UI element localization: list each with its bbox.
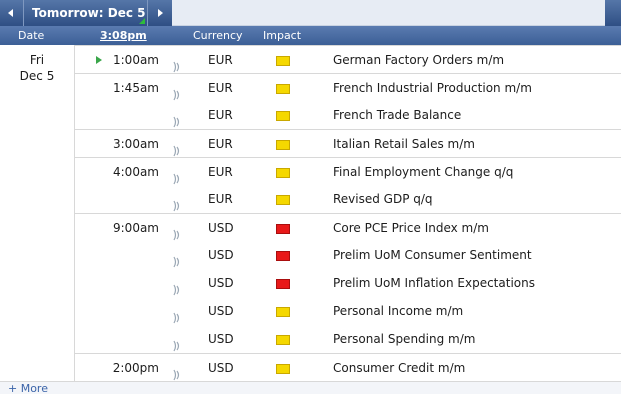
corner-marker-icon bbox=[139, 18, 145, 24]
event-time: 4:00am bbox=[113, 165, 159, 179]
event-title[interactable]: French Trade Balance bbox=[333, 101, 461, 129]
impact-column-header: Impact bbox=[263, 29, 302, 42]
next-day-button[interactable] bbox=[148, 0, 172, 26]
event-title[interactable]: Final Employment Change q/q bbox=[333, 158, 513, 186]
calendar-nav-bar: Tomorrow: Dec 5 bbox=[0, 0, 621, 26]
low-impact-folder-icon bbox=[276, 111, 290, 121]
table-header: Date 3:08pm Currency Impact bbox=[0, 26, 621, 45]
date-cell: Fri Dec 5 bbox=[0, 45, 75, 381]
event-currency: USD bbox=[208, 276, 234, 290]
sound-alert-icon[interactable] bbox=[173, 278, 181, 296]
event-row[interactable]: 9:00am USD Core PCE Price Index m/m bbox=[75, 213, 621, 241]
event-currency: EUR bbox=[208, 165, 233, 179]
calendar-footer: + More bbox=[0, 381, 621, 394]
day-title[interactable]: Tomorrow: Dec 5 bbox=[24, 0, 148, 26]
event-title[interactable]: Italian Retail Sales m/m bbox=[333, 130, 475, 158]
sound-alert-icon[interactable] bbox=[173, 55, 181, 73]
chevron-right-icon bbox=[158, 9, 163, 17]
event-time: 2:00pm bbox=[112, 361, 159, 375]
high-impact-folder-icon bbox=[276, 224, 290, 234]
sound-alert-icon[interactable] bbox=[173, 194, 181, 212]
sound-alert-icon[interactable] bbox=[173, 363, 181, 381]
event-currency: EUR bbox=[208, 81, 233, 95]
event-title[interactable]: Prelim UoM Inflation Expectations bbox=[333, 269, 535, 297]
sound-alert-icon[interactable] bbox=[173, 250, 181, 268]
event-currency: EUR bbox=[208, 53, 233, 67]
date-label: Dec 5 bbox=[19, 69, 55, 83]
previous-day-button[interactable] bbox=[0, 0, 24, 26]
event-row[interactable]: 3:00am EUR Italian Retail Sales m/m bbox=[75, 129, 621, 157]
event-title[interactable]: Personal Spending m/m bbox=[333, 325, 475, 353]
event-time: 9:00am bbox=[113, 221, 159, 235]
high-impact-folder-icon bbox=[276, 251, 290, 261]
event-currency: EUR bbox=[208, 108, 233, 122]
sound-alert-icon[interactable] bbox=[173, 334, 181, 352]
event-title[interactable]: German Factory Orders m/m bbox=[333, 46, 504, 74]
sound-alert-icon[interactable] bbox=[173, 223, 181, 241]
event-time: 1:00am bbox=[89, 46, 159, 74]
scroll-right-button[interactable] bbox=[605, 0, 621, 26]
event-row[interactable]: 1:45am EUR French Industrial Production m/… bbox=[75, 73, 621, 101]
event-title[interactable]: French Industrial Production m/m bbox=[333, 74, 532, 102]
event-row[interactable]: 1:00am EUR German Factory Orders m/m bbox=[75, 45, 621, 73]
sound-alert-icon[interactable] bbox=[173, 110, 181, 128]
weekday-label: Fri bbox=[29, 53, 45, 67]
currency-column-header: Currency bbox=[193, 29, 243, 42]
event-title[interactable]: Personal Income m/m bbox=[333, 297, 463, 325]
more-link[interactable]: + More bbox=[8, 383, 48, 394]
chevron-left-icon bbox=[8, 9, 13, 17]
event-currency: USD bbox=[208, 332, 234, 346]
event-row[interactable]: USD Prelim UoM Inflation Expectations bbox=[75, 269, 621, 297]
event-row[interactable]: EUR French Trade Balance bbox=[75, 101, 621, 129]
event-title[interactable]: Revised GDP q/q bbox=[333, 185, 433, 213]
event-time: 3:00am bbox=[113, 137, 159, 151]
event-currency: USD bbox=[208, 221, 234, 235]
event-time: 1:45am bbox=[113, 81, 159, 95]
event-currency: USD bbox=[208, 361, 234, 375]
high-impact-folder-icon bbox=[276, 279, 290, 289]
event-row[interactable]: EUR Revised GDP q/q bbox=[75, 185, 621, 213]
event-currency: EUR bbox=[208, 137, 233, 151]
date-column-header: Date bbox=[18, 29, 45, 42]
low-impact-folder-icon bbox=[276, 364, 290, 374]
event-title[interactable]: Consumer Credit m/m bbox=[333, 354, 465, 382]
sound-alert-icon[interactable] bbox=[173, 306, 181, 324]
event-row[interactable]: 4:00am EUR Final Employment Change q/q bbox=[75, 157, 621, 185]
event-row[interactable]: USD Prelim UoM Consumer Sentiment bbox=[75, 241, 621, 269]
event-currency: USD bbox=[208, 248, 234, 262]
event-row[interactable]: 2:00pm USD Consumer Credit m/m bbox=[75, 353, 621, 381]
event-currency: USD bbox=[208, 304, 234, 318]
event-title[interactable]: Core PCE Price Index m/m bbox=[333, 214, 489, 242]
sound-alert-icon[interactable] bbox=[173, 139, 181, 157]
low-impact-folder-icon bbox=[276, 335, 290, 345]
low-impact-folder-icon bbox=[276, 307, 290, 317]
event-row[interactable]: USD Personal Spending m/m bbox=[75, 325, 621, 353]
sound-alert-icon[interactable] bbox=[173, 83, 181, 101]
sound-alert-icon[interactable] bbox=[173, 167, 181, 185]
low-impact-folder-icon bbox=[276, 195, 290, 205]
day-title-label: Tomorrow: Dec 5 bbox=[32, 6, 146, 20]
event-row[interactable]: USD Personal Income m/m bbox=[75, 297, 621, 325]
event-currency: EUR bbox=[208, 192, 233, 206]
low-impact-folder-icon bbox=[276, 56, 290, 66]
low-impact-folder-icon bbox=[276, 168, 290, 178]
low-impact-folder-icon bbox=[276, 84, 290, 94]
low-impact-folder-icon bbox=[276, 140, 290, 150]
event-title[interactable]: Prelim UoM Consumer Sentiment bbox=[333, 241, 532, 269]
time-column-header[interactable]: 3:08pm bbox=[100, 26, 147, 45]
